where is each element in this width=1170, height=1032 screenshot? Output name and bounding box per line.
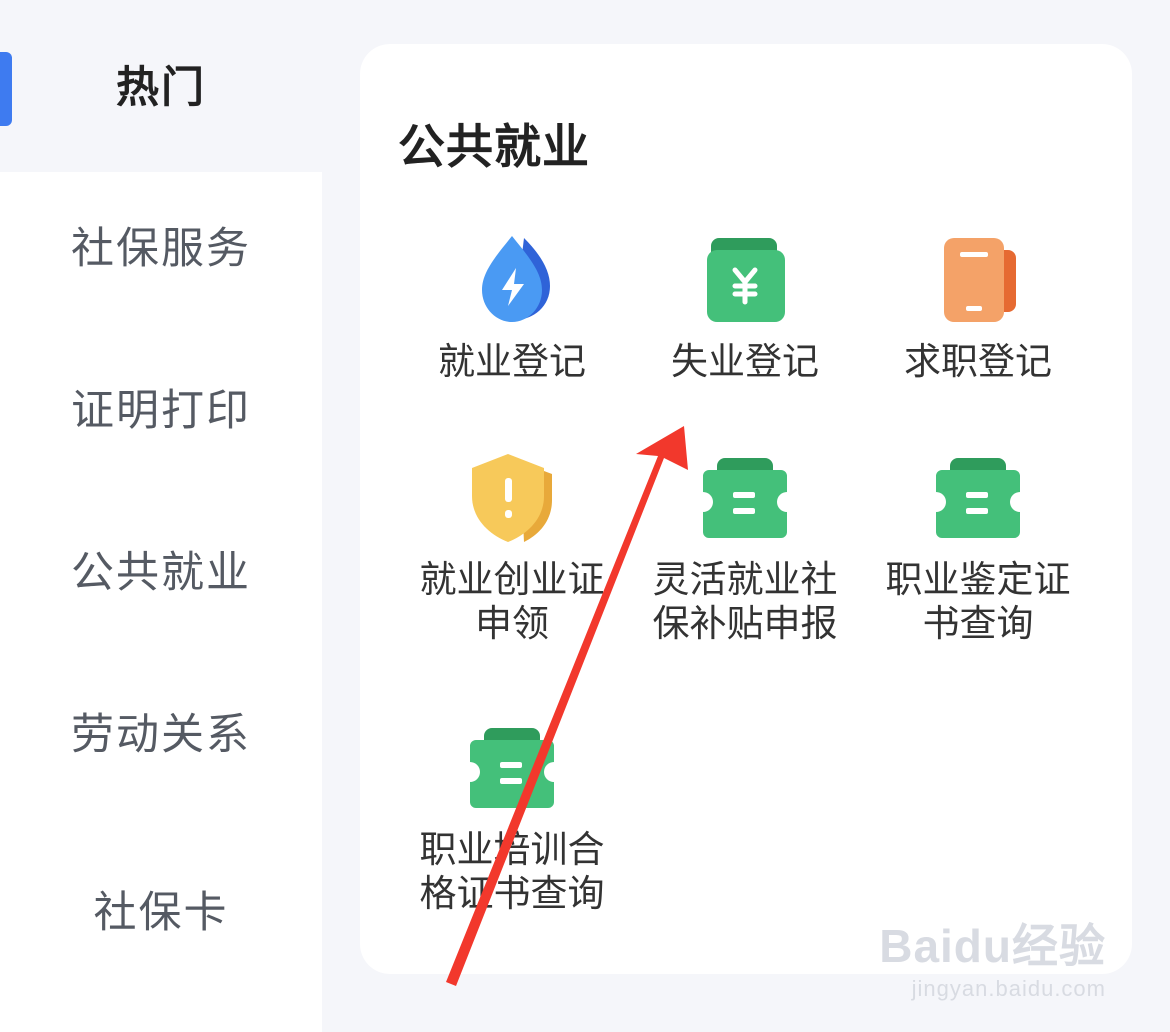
ticket-icon xyxy=(936,458,1020,538)
service-label: 职业鉴定证书查询 xyxy=(885,558,1071,645)
sidebar-item-label: 热门 xyxy=(116,63,206,113)
sidebar-item-certificate-print[interactable]: 证明打印 xyxy=(0,334,322,496)
service-unemployment-registration[interactable]: 失业登记 xyxy=(629,230,861,384)
sidebar-item-hot[interactable]: 热门 xyxy=(0,0,322,172)
service-label: 就业登记 xyxy=(438,340,586,383)
service-card: 公共就业 就业登记 失业登记 求职登记 就业创业证申领 灵活就业社保补贴申报 职… xyxy=(360,44,1132,974)
watermark-url: jingyan.baidu.com xyxy=(911,976,1106,1001)
sidebar-item-label: 证明打印 xyxy=(71,386,251,436)
ticket-icon xyxy=(470,728,554,808)
sidebar-item-label: 公共就业 xyxy=(71,548,251,598)
sidebar-item-labor-relations[interactable]: 劳动关系 xyxy=(0,658,322,820)
service-training-certificate-query[interactable]: 职业培训合格证书查询 xyxy=(396,718,628,916)
sidebar-item-social-card[interactable]: 社保卡 xyxy=(0,820,322,1032)
service-entrepreneurship-certificate[interactable]: 就业创业证申领 xyxy=(396,448,628,646)
sidebar-item-social-security[interactable]: 社保服务 xyxy=(0,172,322,334)
service-label: 失业登记 xyxy=(671,340,819,383)
sidebar-item-label: 社保卡 xyxy=(93,888,229,938)
shield-alert-icon xyxy=(472,454,552,542)
sidebar-item-label: 劳动关系 xyxy=(71,710,251,760)
category-sidebar: 热门 社保服务 证明打印 公共就业 劳动关系 社保卡 xyxy=(0,0,322,1032)
service-label: 求职登记 xyxy=(904,340,1052,383)
service-label: 职业培训合格证书查询 xyxy=(419,828,605,915)
sidebar-item-label: 社保服务 xyxy=(71,224,251,274)
sidebar-item-public-employment[interactable]: 公共就业 xyxy=(0,496,322,658)
service-label: 就业创业证申领 xyxy=(419,558,605,645)
service-flexible-employment-subsidy[interactable]: 灵活就业社保补贴申报 xyxy=(629,448,861,646)
active-indicator xyxy=(0,52,12,126)
service-label: 灵活就业社保补贴申报 xyxy=(652,558,838,645)
drop-lightning-icon xyxy=(482,236,550,322)
ticket-icon xyxy=(703,458,787,538)
phone-icon xyxy=(944,238,1016,322)
service-job-seeking-registration[interactable]: 求职登记 xyxy=(862,230,1094,384)
service-vocational-certificate-query[interactable]: 职业鉴定证书查询 xyxy=(862,448,1094,646)
service-employment-registration[interactable]: 就业登记 xyxy=(396,230,628,384)
wallet-yen-icon xyxy=(707,238,785,322)
section-title: 公共就业 xyxy=(398,120,590,175)
